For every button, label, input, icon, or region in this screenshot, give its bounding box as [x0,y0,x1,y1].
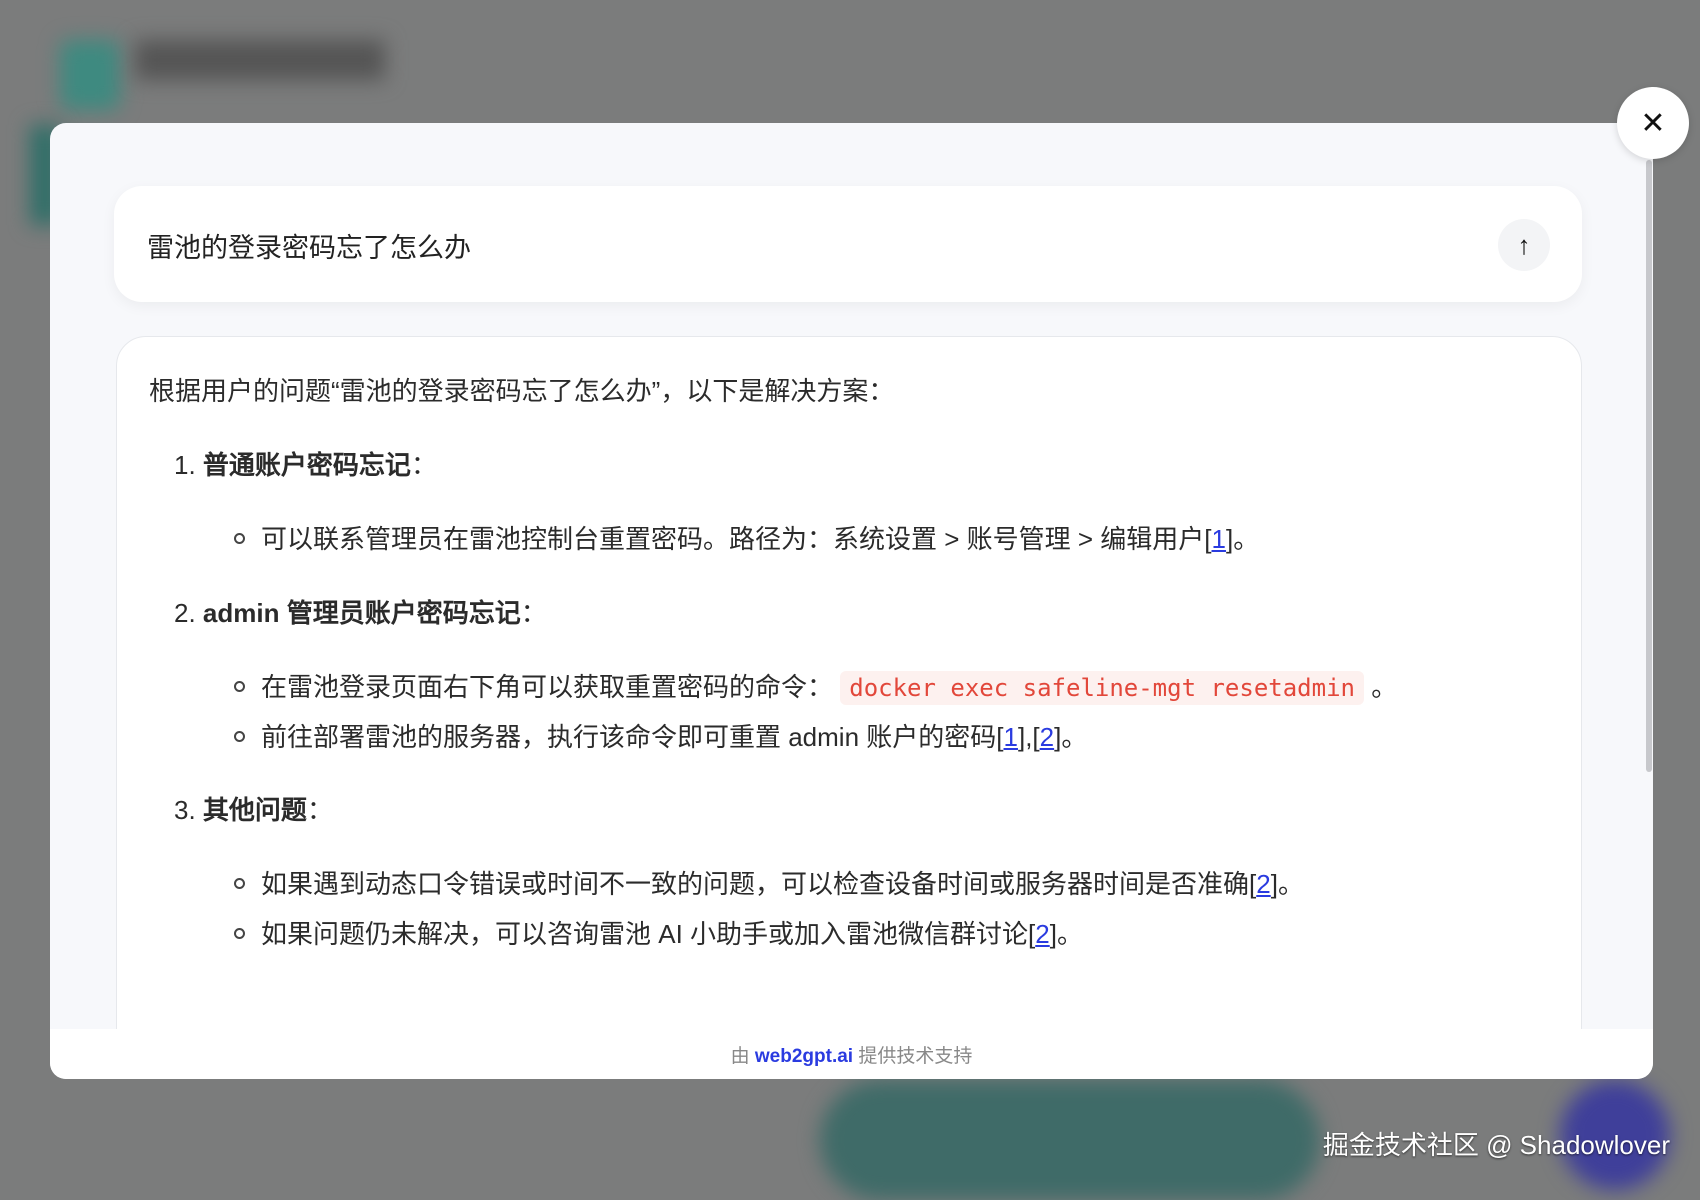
bullet-icon [234,680,245,692]
reference-link[interactable]: 1 [1004,722,1018,752]
list-item: 如果遇到动态口令错误或时间不一致的问题，可以检查设备时间或服务器时间是否准确[2… [234,867,1304,901]
section-heading: 1. 普通账户密码忘记： [174,450,437,480]
background-teal-shape [820,1080,1320,1200]
list-item: 在雷池登录页面右下角可以获取重置密码的命令： docker exec safel… [234,670,1397,705]
background-title [135,40,385,80]
close-button[interactable]: ✕ [1617,87,1689,159]
arrow-up-icon: ↑ [1517,229,1531,260]
send-button[interactable]: ↑ [1498,219,1550,271]
search-box[interactable]: 雷池的登录密码忘了怎么办 ↑ [114,186,1582,302]
section-heading: 2. admin 管理员账户密码忘记： [174,598,547,628]
reference-link[interactable]: 1 [1212,524,1226,554]
list-item: 可以联系管理员在雷池控制台重置密码。路径为：系统设置 > 账号管理 > 编辑用户… [234,522,1259,556]
brand-link[interactable]: web2gpt.ai [755,1046,853,1067]
bullet-icon [234,877,245,889]
bullet-icon [234,532,245,544]
answer-card: 根据用户的问题“雷池的登录密码忘了怎么办”，以下是解决方案： 1. 普通账户密码… [116,336,1582,1079]
scrollbar[interactable] [1646,160,1652,772]
search-input[interactable]: 雷池的登录密码忘了怎么办 [147,226,471,265]
reference-link[interactable]: 2 [1256,869,1270,899]
command-code: docker exec safeline-mgt resetadmin [840,671,1364,705]
reference-link[interactable]: 2 [1040,722,1054,752]
bullet-icon [234,927,245,939]
powered-by: 由 web2gpt.ai 提供技术支持 [730,1046,973,1067]
background-logo [60,40,120,110]
close-icon: ✕ [1640,106,1666,140]
list-item: 前往部署雷池的服务器，执行该命令即可重置 admin 账户的密码[1],[2]。 [234,720,1087,754]
answer-intro: 根据用户的问题“雷池的登录密码忘了怎么办”，以下是解决方案： [149,376,895,406]
reference-link[interactable]: 2 [1035,919,1049,949]
chat-modal: 雷池的登录密码忘了怎么办 ↑ 根据用户的问题“雷池的登录密码忘了怎么办”，以下是… [50,123,1653,1079]
bullet-icon [234,730,245,742]
list-item: 如果问题仍未解决，可以咨询雷池 AI 小助手或加入雷池微信群讨论[2]。 [234,917,1083,951]
section-heading: 3. 其他问题： [174,795,333,825]
watermark: 掘金技术社区 @ Shadowlover [1322,1130,1670,1160]
